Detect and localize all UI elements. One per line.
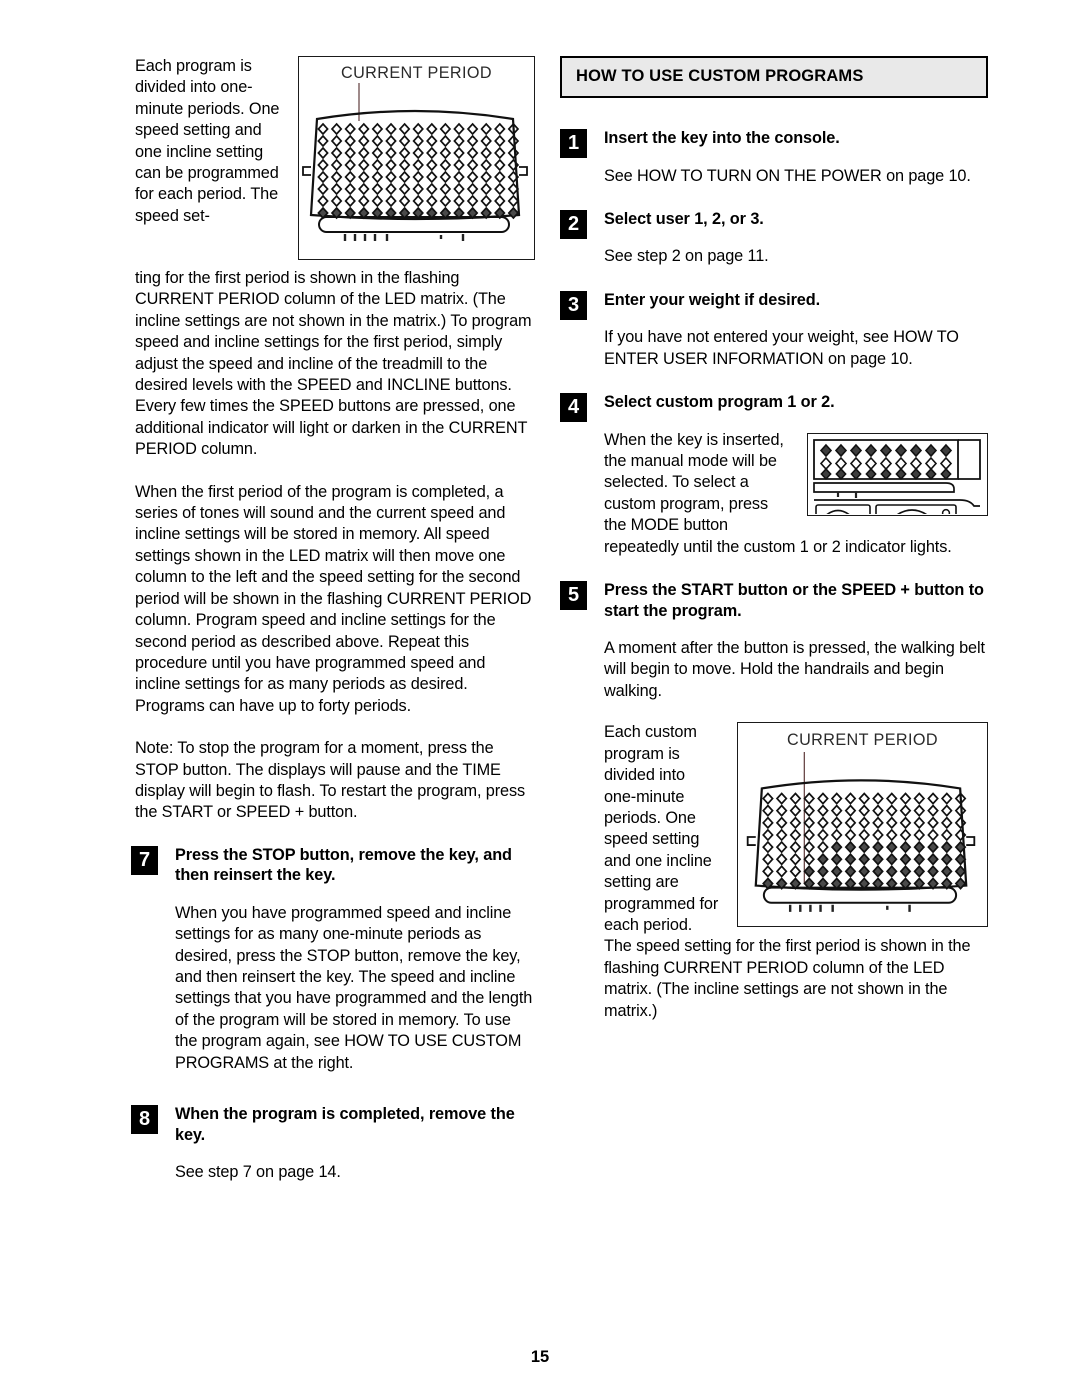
left-para-1-continued: ting for the first period is shown in th… [135,269,532,459]
step-5-body-text-1: A moment after the button is pressed, th… [604,639,985,700]
step-1-body-text: See HOW TO TURN ON THE POWER on page 10. [604,166,971,185]
step-2-number-badge: 2 [560,209,587,239]
console-crop-diagram [807,432,988,516]
step-5: 5 Press the START button or the SPEED + … [560,580,988,1022]
step-8-heading-text: When the program is completed, remove th… [175,1105,515,1144]
current-period-label-top: CURRENT PERIOD [340,64,492,82]
step-1-number-badge: 1 [560,129,587,158]
manual-page: CURRENT PERIOD Each program is divided i… [0,0,1080,1397]
left-intro-block: CURRENT PERIOD Each program is divided i… [135,56,535,268]
step-8-body-text: See step 7 on page 14. [175,1163,341,1181]
step-8-heading: 8 When the program is completed, remove … [131,1104,535,1145]
step-8-body: See step 7 on page 14. [135,1162,535,1183]
step-5-heading: 5 Press the START button or the SPEED + … [560,580,988,621]
step-8: 8 When the program is completed, remove … [131,1104,535,1183]
step-2: 2 Select user 1, 2, or 3. See step 2 on … [560,209,988,268]
step-2-body: See step 2 on page 11. [560,246,988,267]
console-illustration-bottom [746,751,976,912]
right-column: HOW TO USE CUSTOM PROGRAMS 1 Insert the … [560,56,988,1024]
step-3-heading-text: Enter your weight if desired. [604,290,821,309]
left-para-note: Note: To stop the program for a moment, … [135,739,526,822]
step-5-heading-text: Press the START button or the SPEED + bu… [604,581,984,620]
page-number: 15 [530,1348,550,1366]
step-1: 1 Insert the key into the console. See H… [560,128,988,187]
console-crop-illustration [813,438,981,514]
step-4-heading-text: Select custom program 1 or 2. [604,393,835,412]
step-3-body-text: If you have not entered your weight, see… [604,328,959,368]
step-8-number-badge: 8 [131,1105,158,1134]
step-2-heading: 2 Select user 1, 2, or 3. [560,209,988,239]
step-5-number-badge: 5 [560,581,587,611]
step-4-heading: 4 Select custom program 1 or 2. [560,392,988,423]
step-7-heading-text: Press the STOP button, remove the key, a… [175,845,512,885]
step-7-heading: 7 Press the STOP button, remove the key,… [131,845,535,886]
step-7: 7 Press the STOP button, remove the key,… [131,845,535,1074]
step-5-body: A moment after the button is pressed, th… [560,638,988,1022]
section-header-custom-programs: HOW TO USE CUSTOM PROGRAMS [560,56,988,98]
step-3-body: If you have not entered your weight, see… [560,327,988,370]
current-period-label-bottom: CURRENT PERIOD [786,731,938,750]
left-para-2: When the first period of the program is … [135,482,532,715]
step-2-body-text: See step 2 on page 11. [604,247,769,266]
step-4-body: When the key is inserted, the manual mod… [560,430,988,558]
left-column: CURRENT PERIOD Each program is divided i… [131,56,535,1185]
step-3: 3 Enter your weight if desired. If you h… [560,290,988,370]
led-matrix-diagram-top: CURRENT PERIOD [298,56,535,260]
step-1-heading: 1 Insert the key into the console. [560,128,988,158]
step-7-body: When you have programmed speed and incli… [135,903,535,1074]
step-2-heading-text: Select user 1, 2, or 3. [604,209,764,228]
step-7-body-text: When you have programmed speed and incli… [175,903,533,1072]
led-matrix-diagram-bottom: CURRENT PERIOD [737,722,988,928]
step-7-number-badge: 7 [131,845,158,875]
step-1-heading-text: Insert the key into the console. [604,129,840,147]
step-3-number-badge: 3 [560,290,587,320]
step-3-heading: 3 Enter your weight if desired. [560,290,988,320]
step-4: 4 Select custom program 1 or 2. When the… [560,392,988,558]
console-illustration-top [302,83,528,241]
step-1-body: See HOW TO TURN ON THE POWER on page 10. [560,166,988,187]
step-4-number-badge: 4 [560,393,587,423]
